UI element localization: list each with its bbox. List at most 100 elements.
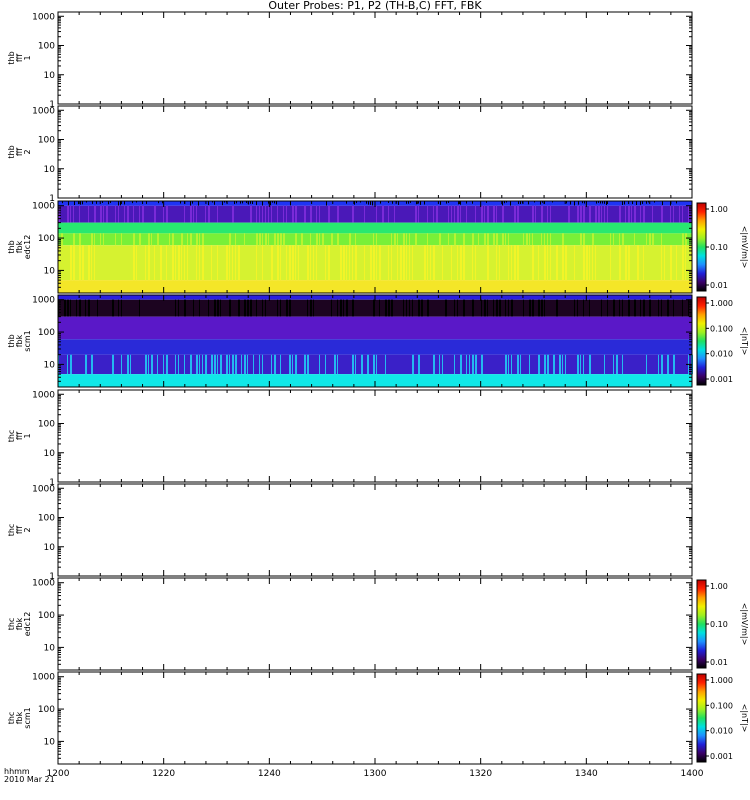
heatmap-spike xyxy=(570,201,571,205)
colorbar xyxy=(696,673,707,763)
x-tick-label: 1240 xyxy=(258,769,281,779)
heatmap-stripe xyxy=(352,299,354,317)
heatmap-stripe xyxy=(268,205,269,223)
heatmap-stripe xyxy=(286,205,287,223)
heatmap-stripe xyxy=(427,299,429,317)
panel-label: thcfbkscm1 xyxy=(7,707,32,728)
heatmap-stripe xyxy=(172,233,174,246)
heatmap-spike xyxy=(276,201,277,205)
heatmap-stripe xyxy=(667,354,669,375)
panel-label: thbfff1 xyxy=(7,51,32,64)
heatmap-stripe xyxy=(415,233,417,246)
heatmap-stripe xyxy=(649,233,651,246)
heatmap-stripe xyxy=(439,354,440,375)
heatmap-stripe xyxy=(238,299,240,317)
heatmap-stripe xyxy=(73,205,74,223)
heatmap-stripe xyxy=(643,245,644,281)
heatmap-stripe xyxy=(121,354,122,375)
heatmap-stripe xyxy=(295,354,297,375)
heatmap-stripe xyxy=(226,245,228,281)
heatmap-stripe xyxy=(346,245,347,281)
heatmap-stripe xyxy=(502,233,504,246)
heatmap-stripe xyxy=(523,299,524,317)
heatmap-stripe xyxy=(580,233,582,246)
heatmap-stripe xyxy=(322,233,324,246)
heatmap-stripe xyxy=(349,245,350,281)
heatmap-spike xyxy=(222,201,223,206)
colorbar-tick-label: 1.00 xyxy=(710,582,728,591)
heatmap-stripe xyxy=(289,354,291,375)
heatmap-stripe xyxy=(388,299,390,317)
heatmap-stripe xyxy=(661,233,662,246)
heatmap-stripe xyxy=(259,205,260,223)
heatmap-stripe xyxy=(277,245,279,281)
heatmap-stripe xyxy=(433,354,435,375)
y-tick-label: 100 xyxy=(38,611,55,621)
heatmap-stripe xyxy=(406,233,407,246)
heatmap-stripe xyxy=(148,354,149,375)
heatmap-stripe xyxy=(544,245,546,281)
heatmap-stripe xyxy=(469,354,470,375)
heatmap-stripe xyxy=(457,205,459,223)
heatmap-stripe xyxy=(175,245,176,281)
spectrogram-figure: 1000100101thbfff11000100101thbfff2100010… xyxy=(4,11,749,784)
heatmap-stripe xyxy=(619,245,621,281)
heatmap-spike xyxy=(622,201,623,206)
heatmap-stripe xyxy=(361,354,363,375)
heatmap-stripe xyxy=(388,245,389,281)
heatmap-stripe xyxy=(241,354,242,375)
heatmap-stripe xyxy=(178,299,179,317)
colorbar xyxy=(696,202,707,292)
heatmap-stripe xyxy=(337,233,339,246)
heatmap-stripe xyxy=(286,245,287,281)
heatmap-stripe xyxy=(262,354,263,375)
heatmap-stripe xyxy=(133,233,135,246)
heatmap-spike xyxy=(372,201,373,206)
heatmap-spike xyxy=(190,201,191,206)
heatmap-stripe xyxy=(181,245,182,281)
heatmap-stripe xyxy=(280,245,281,281)
heatmap-stripe xyxy=(277,205,278,223)
heatmap-stripe xyxy=(61,233,63,246)
heatmap-stripe xyxy=(460,354,462,375)
heatmap-stripe xyxy=(91,233,93,246)
heatmap-stripe xyxy=(196,245,197,281)
heatmap-stripe xyxy=(94,233,95,246)
colorbar-unit: <|mV/m|> xyxy=(740,603,749,646)
heatmap-stripe xyxy=(499,245,500,281)
heatmap-stripe xyxy=(88,245,90,281)
panel-label-line: 1 xyxy=(23,433,32,438)
heatmap-stripe xyxy=(595,245,596,281)
heatmap-spike xyxy=(510,201,511,206)
heatmap-stripe xyxy=(175,299,176,317)
heatmap-stripe xyxy=(253,354,254,375)
heatmap-stripe xyxy=(139,299,140,317)
heatmap-stripe xyxy=(295,205,297,223)
colorbar-unit: <|mV/m|> xyxy=(740,226,749,269)
heatmap-stripe xyxy=(544,299,545,317)
heatmap-stripe xyxy=(310,299,312,317)
colorbar-tick-label: 0.10 xyxy=(710,243,728,252)
heatmap-spike xyxy=(120,201,121,206)
heatmap-stripe xyxy=(196,233,198,246)
heatmap-stripe xyxy=(619,233,620,246)
heatmap-stripe xyxy=(391,245,392,281)
heatmap-stripe xyxy=(472,245,473,281)
panel-label-line: 2 xyxy=(23,149,32,154)
heatmap-stripe xyxy=(454,299,455,317)
heatmap-stripe xyxy=(502,205,504,223)
heatmap-stripe xyxy=(391,299,393,317)
heatmap-spike xyxy=(270,201,271,206)
heatmap-spike xyxy=(370,201,371,205)
heatmap-stripe xyxy=(211,245,212,281)
heatmap-stripe xyxy=(151,233,152,246)
heatmap-stripe xyxy=(475,205,476,223)
heatmap-stripe xyxy=(289,245,291,281)
heatmap-stripe xyxy=(427,233,428,246)
heatmap-stripe xyxy=(541,233,542,246)
heatmap-stripe xyxy=(454,233,456,246)
heatmap-stripe xyxy=(547,205,548,223)
heatmap-stripe xyxy=(475,245,476,281)
y-tick-label: 1000 xyxy=(32,673,55,683)
heatmap-stripe xyxy=(307,245,309,281)
